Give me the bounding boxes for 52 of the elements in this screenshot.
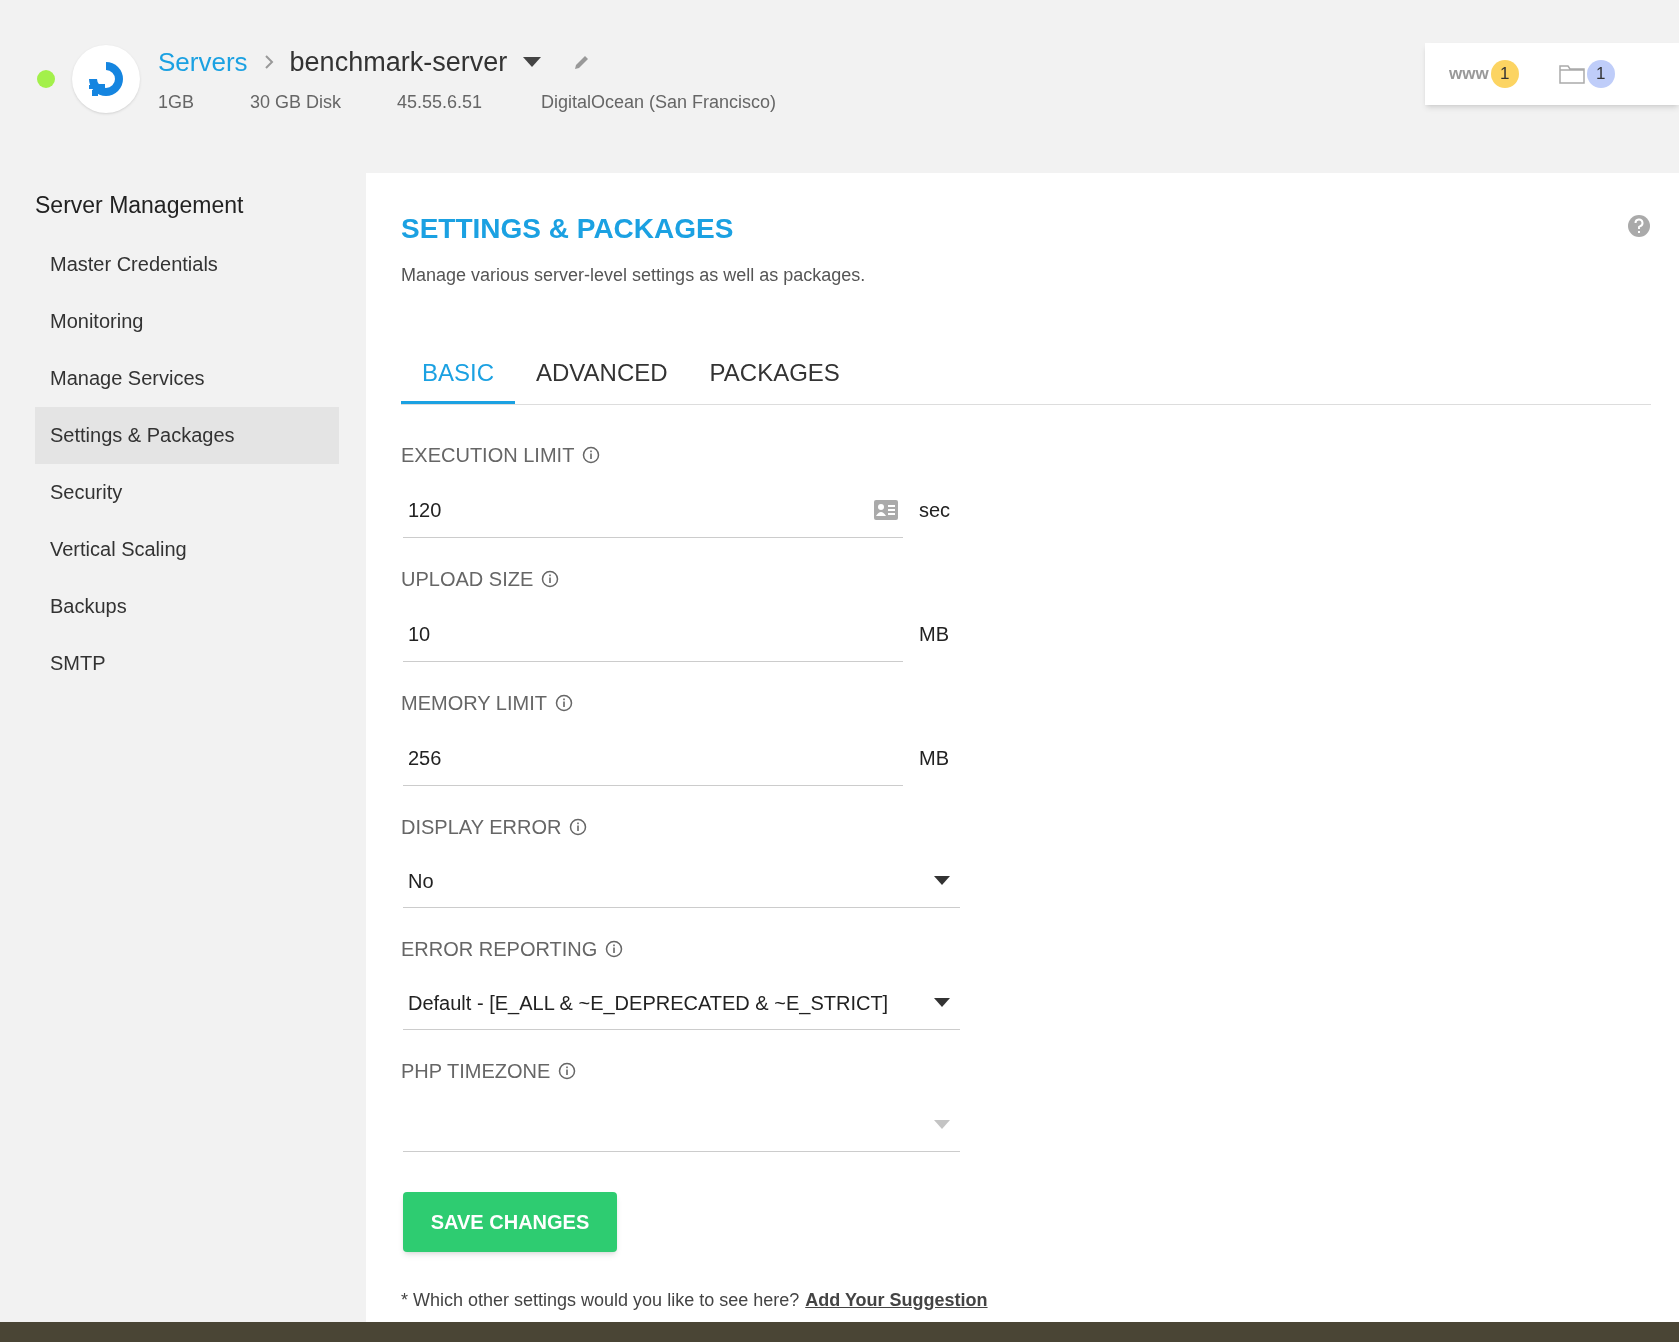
sidebar-item[interactable]: SMTP <box>35 634 339 692</box>
sidebar-item[interactable]: Vertical Scaling <box>35 520 339 578</box>
server-spec: 30 GB Disk <box>250 90 343 114</box>
input-field[interactable]: 10 <box>403 606 903 662</box>
sidebar-item[interactable]: Master Credentials <box>35 235 339 293</box>
caret-icon <box>934 997 950 1008</box>
field-label: UPLOAD SIZE <box>401 567 534 592</box>
field-label: PHP TIMEZONE <box>401 1059 551 1084</box>
help-icon[interactable] <box>1627 214 1651 238</box>
sidebar-item[interactable]: Monitoring <box>35 292 339 350</box>
page-subtitle: Manage various server-level settings as well as packages. <box>401 264 866 287</box>
unit-label: MB <box>919 746 949 771</box>
info-icon <box>582 446 601 464</box>
select-field[interactable]: No <box>403 854 960 908</box>
input-field[interactable]: 256 <box>403 730 903 786</box>
input-field[interactable]: 120 <box>403 482 903 538</box>
folder-icon <box>1558 63 1585 85</box>
caret-icon <box>934 875 950 886</box>
info-icon <box>569 818 588 836</box>
unit-label: MB <box>919 622 949 647</box>
sidebar-title: Server Management <box>35 191 245 220</box>
field-label: ERROR REPORTING <box>401 937 598 962</box>
sidebar-item[interactable]: Manage Services <box>35 349 339 407</box>
server-spec: 45.55.6.51 <box>397 90 484 114</box>
suggestion-link[interactable]: Add Your Suggestion <box>805 1287 988 1314</box>
caret-icon[interactable] <box>523 56 542 68</box>
logo-icon <box>72 44 140 113</box>
tab[interactable]: PACKAGES <box>688 344 861 404</box>
unit-label: sec <box>919 498 951 523</box>
footer-note: * Which other settings would you like to see here? <box>401 1289 800 1312</box>
field-label: DISPLAY ERROR <box>401 815 562 840</box>
count-badge: 1 <box>1586 60 1615 88</box>
tab[interactable]: ADVANCED <box>515 344 689 404</box>
info-icon <box>558 1062 577 1080</box>
contact-card-icon <box>874 499 898 520</box>
page-title: SETTINGS & PACKAGES <box>401 212 735 246</box>
count-badge: 1 <box>1490 60 1519 88</box>
sidebar-item[interactable]: Backups <box>35 577 339 635</box>
select-field[interactable]: Default - [E_ALL & ~E_DEPRECATED & ~E_STRICT] <box>403 976 960 1030</box>
info-icon <box>541 570 560 588</box>
caret-icon <box>934 1119 950 1130</box>
sidebar-item[interactable]: Settings & Packages <box>35 406 339 464</box>
chevron-right-icon <box>263 54 274 71</box>
sidebar-item[interactable]: Security <box>35 463 339 521</box>
server-name: benchmark-server <box>289 46 508 79</box>
server-spec: DigitalOcean (San Francisco) <box>541 90 777 114</box>
server-spec: 1GB <box>158 90 196 114</box>
info-icon <box>554 694 573 712</box>
info-icon <box>605 940 624 958</box>
field-label: EXECUTION LIMIT <box>401 443 575 468</box>
field-label: MEMORY LIMIT <box>401 691 547 716</box>
www-label: www <box>1449 63 1489 86</box>
